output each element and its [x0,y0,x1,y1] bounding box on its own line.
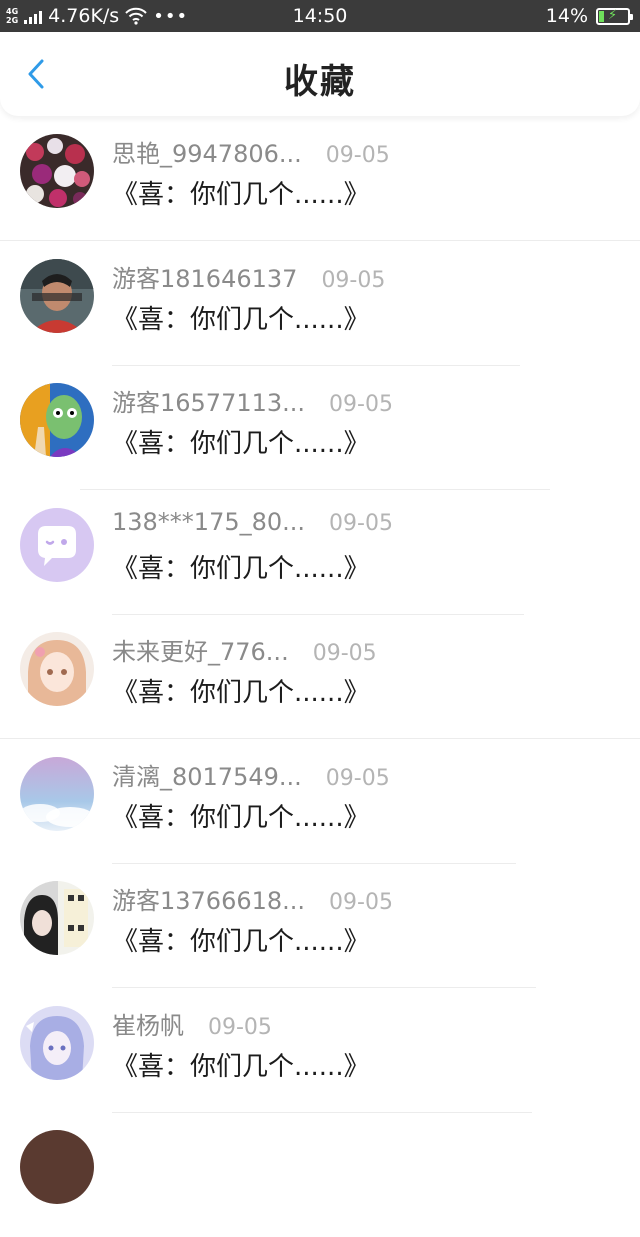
date: 09-05 [321,267,386,293]
list-item-partial[interactable] [0,1112,640,1237]
post-title: 《喜：你们几个......》 [112,1051,370,1082]
username: 游客16577113... [112,389,306,417]
username: 清漓_8017549... [112,762,302,791]
list-item[interactable]: 清漓_8017549... 09-05 《喜：你们几个......》 [0,739,640,864]
avatar[interactable] [20,881,94,955]
header: 收藏 [0,32,640,116]
status-time: 14:50 [292,5,348,27]
post-title: 《喜：你们几个......》 [112,429,370,459]
item-meta: 思艳_9947806... 09-05 [112,134,390,169]
post-title: 《喜：你们几个......》 [112,678,370,708]
item-meta: 游客16577113... 09-05 [112,383,393,418]
post-title: 《喜：你们几个......》 [112,180,370,210]
avatar[interactable] [20,258,94,333]
list-item[interactable]: 游客181646137 09-05 《喜：你们几个......》 [0,241,640,366]
date: 09-05 [329,510,393,536]
date: 09-05 [329,392,393,417]
page-title: 收藏 [284,62,356,102]
avatar[interactable] [20,134,94,208]
post-title: 《喜：你们几个......》 [112,304,370,335]
avatar[interactable] [20,507,94,582]
favorites-list: 思艳_9947806... 09-05 《喜：你们几个......》 游客181… [0,116,640,1237]
date: 09-05 [325,143,390,168]
list-item[interactable]: 138***175_80... 09-05 《喜：你们几个......》 [0,490,640,615]
item-meta: 游客181646137 09-05 [112,259,385,294]
post-title: 《喜：你们几个......》 [112,553,370,584]
status-bar: 4G 2G 4.76K/s ••• 14:50 14% ⚡ [0,0,640,32]
list-item[interactable]: 思艳_9947806... 09-05 《喜：你们几个......》 [0,116,640,241]
item-meta: 游客13766618... 09-05 [112,881,393,916]
avatar[interactable] [20,383,94,457]
username: 思艳_9947806... [112,140,302,168]
post-title: 《喜：你们几个......》 [112,927,370,957]
username: 游客13766618... [112,887,306,915]
list-item[interactable]: 未来更好_776... 09-05 《喜：你们几个......》 [0,614,640,739]
date: 09-05 [325,765,390,791]
list-item[interactable]: 游客16577113... 09-05 《喜：你们几个......》 [0,365,640,490]
username: 138***175_80... [112,507,306,536]
status-right: 14% ⚡ [545,0,633,32]
username: 崔杨帆 [112,1011,184,1040]
date: 09-05 [312,641,377,666]
username: 游客181646137 [112,264,298,293]
avatar[interactable] [20,1005,94,1080]
avatar[interactable] [20,1130,94,1204]
item-meta: 清漓_8017549... 09-05 [112,757,390,792]
avatar[interactable] [20,632,94,706]
date: 09-05 [329,890,393,915]
post-title: 《喜：你们几个......》 [112,802,370,833]
date: 09-05 [208,1014,272,1040]
list-item[interactable]: 崔杨帆 09-05 《喜：你们几个......》 [0,988,640,1113]
battery-percent: 14% [545,5,588,27]
battery-icon: ⚡ [596,7,633,25]
item-meta: 崔杨帆 09-05 [112,1006,272,1041]
list-item[interactable]: 游客13766618... 09-05 《喜：你们几个......》 [0,863,640,988]
item-meta: 未来更好_776... 09-05 [112,632,377,667]
username: 未来更好_776... [112,638,289,666]
avatar[interactable] [20,756,94,831]
item-meta: 138***175_80... 09-05 [112,508,393,536]
